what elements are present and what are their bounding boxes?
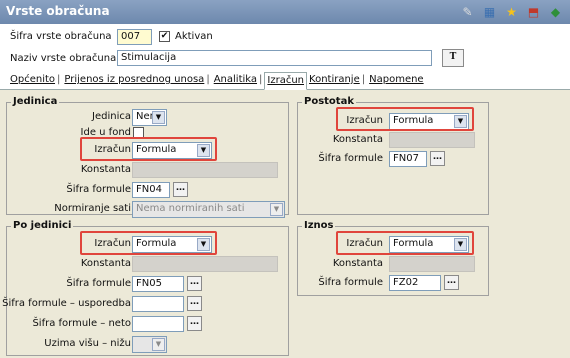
tab-kontiranje[interactable]: Kontiranje: [307, 72, 367, 89]
tab-napomene[interactable]: Napomene: [367, 72, 425, 89]
toolbar-icons: ✎ ▦ ★ ⬒ ◆: [459, 3, 564, 20]
postotak-konstanta-field: [389, 132, 475, 148]
normiranje-select[interactable]: Nema normiranih sati ▼: [132, 201, 285, 218]
usporedba-lookup-button[interactable]: …: [187, 296, 202, 311]
aktivan-label: Aktivan: [175, 31, 213, 42]
exit-icon[interactable]: ◆: [547, 3, 564, 20]
iznos-formula-lookup-button[interactable]: …: [444, 275, 459, 290]
neto-lookup-button[interactable]: …: [187, 316, 202, 331]
uzima-label: Uzima višu – nižu: [44, 338, 131, 349]
header-fields: Šifra vrste obračuna 007 ✔ Aktivan Naziv…: [0, 24, 570, 70]
naziv-label: Naziv vrste obračuna: [10, 53, 117, 64]
jedinica-label: Jedinica: [92, 111, 131, 122]
highlight-po-jedinici-izracun: [80, 231, 217, 255]
title-bar: Vrste obračuna ✎ ▦ ★ ⬒ ◆: [0, 0, 570, 24]
tab-bar: Općenito Prijenos iz posrednog unosa Ana…: [0, 72, 570, 90]
chevron-down-icon[interactable]: ▼: [270, 203, 283, 216]
iznos-sifra-formule-label: Šifra formule: [318, 277, 383, 288]
neto-label: Šifra formule – neto: [32, 318, 131, 329]
tab-prijenos[interactable]: Prijenos iz posrednog unosa: [62, 72, 211, 89]
group-iznos-title: Iznos: [302, 220, 336, 231]
group-po-jedinici-title: Po jedinici: [11, 220, 74, 231]
normiranje-value: Nema normiranih sati: [136, 203, 245, 214]
normiranje-label: Normiranje sati: [54, 203, 131, 214]
jedinica-select[interactable]: Nema j ▼: [132, 109, 167, 126]
highlight-postotak-izracun: [336, 107, 474, 131]
star-icon[interactable]: ★: [503, 3, 520, 20]
chevron-down-icon[interactable]: ▼: [152, 338, 165, 351]
konstanta-label: Konstanta: [80, 164, 131, 175]
tab-analitika[interactable]: Analitika: [212, 72, 265, 89]
group-postotak-title: Postotak: [302, 96, 356, 107]
jedinica-formula-lookup-button[interactable]: …: [173, 182, 188, 197]
group-jedinica-title: Jedinica: [11, 96, 60, 107]
neto-input[interactable]: [132, 316, 184, 332]
postotak-sifra-formule-input[interactable]: FN07: [389, 151, 427, 167]
naziv-input[interactable]: Stimulacija: [117, 50, 432, 66]
postotak-formula-lookup-button[interactable]: …: [430, 151, 445, 166]
po-jedinici-sifra-formule-input[interactable]: FN05: [132, 276, 184, 292]
tab-opcenito[interactable]: Općenito: [8, 72, 62, 89]
jedinica-sifra-formule-input[interactable]: FN04: [132, 182, 170, 198]
tab-izracun[interactable]: Izračun: [264, 72, 308, 90]
uzima-select[interactable]: ▼: [132, 336, 167, 353]
po-jedinici-sifra-formule-label: Šifra formule: [66, 278, 131, 289]
jedinica-konstanta-field: [132, 162, 278, 178]
grid-icon[interactable]: ▦: [481, 3, 498, 20]
sifra-formule-label: Šifra formule: [66, 184, 131, 195]
window-title: Vrste obračuna: [6, 4, 110, 18]
sifra-input[interactable]: 007: [117, 29, 152, 45]
translate-button[interactable]: T: [442, 49, 464, 67]
usporedba-label: Šifra formule – usporedba: [2, 298, 131, 309]
highlight-jedinica-izracun: [80, 137, 217, 161]
iznos-konstanta-field: [389, 256, 475, 272]
po-jedinici-formula-lookup-button[interactable]: …: [187, 276, 202, 291]
iznos-sifra-formule-input[interactable]: FZ02: [389, 275, 441, 291]
usporedba-input[interactable]: [132, 296, 184, 312]
po-jedinici-konstanta-field: [132, 256, 278, 272]
edit-icon[interactable]: ✎: [459, 3, 476, 20]
export-icon[interactable]: ⬒: [525, 3, 542, 20]
chevron-down-icon[interactable]: ▼: [152, 111, 165, 124]
sifra-label: Šifra vrste obračuna: [10, 31, 112, 42]
aktivan-checkbox[interactable]: ✔: [159, 31, 170, 42]
highlight-iznos-izracun: [336, 231, 474, 255]
po-jedinici-konstanta-label: Konstanta: [80, 258, 131, 269]
postotak-konstanta-label: Konstanta: [332, 134, 383, 145]
iznos-konstanta-label: Konstanta: [332, 258, 383, 269]
postotak-sifra-formule-label: Šifra formule: [318, 153, 383, 164]
tab-content: Jedinica Jedinica Nema j ▼ Ide u fond Iz…: [0, 90, 570, 358]
